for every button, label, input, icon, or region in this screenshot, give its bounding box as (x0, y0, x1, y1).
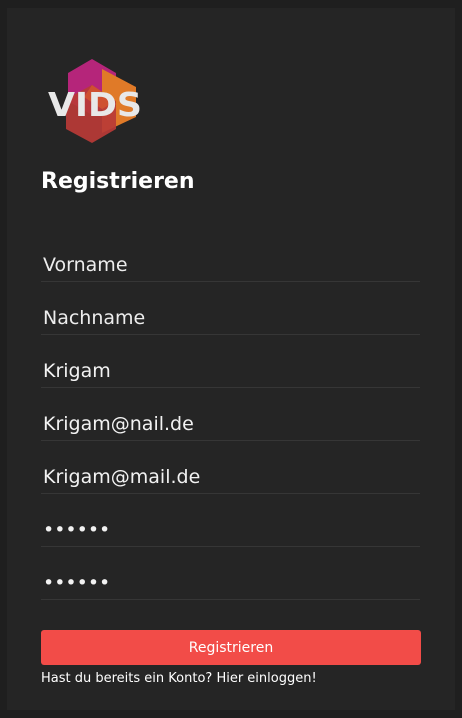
email-input[interactable] (41, 407, 420, 440)
register-panel: VIDS Registrieren Registrieren Hast du b… (7, 8, 455, 710)
password-input[interactable] (41, 513, 420, 546)
username-field (41, 354, 420, 388)
vids-logo: VIDS (48, 59, 142, 143)
username-input[interactable] (41, 354, 420, 387)
email-confirm-input[interactable] (41, 460, 420, 493)
first-name-input[interactable] (41, 248, 420, 281)
page-title: Registrieren (41, 169, 195, 194)
password-field (41, 513, 420, 547)
password-confirm-input[interactable] (41, 566, 420, 599)
last-name-input[interactable] (41, 301, 420, 334)
first-name-field (41, 248, 420, 282)
login-prompt: Hast du bereits ein Konto? Hier einlogge… (41, 670, 441, 688)
email-field (41, 407, 420, 441)
logo-wordmark: VIDS (48, 85, 142, 124)
login-link[interactable]: Hier einloggen! (216, 671, 316, 686)
password-confirm-field (41, 566, 420, 600)
last-name-field (41, 301, 420, 335)
register-button[interactable]: Registrieren (41, 630, 421, 665)
email-confirm-field (41, 460, 420, 494)
login-prompt-text: Hast du bereits ein Konto? (41, 671, 213, 686)
